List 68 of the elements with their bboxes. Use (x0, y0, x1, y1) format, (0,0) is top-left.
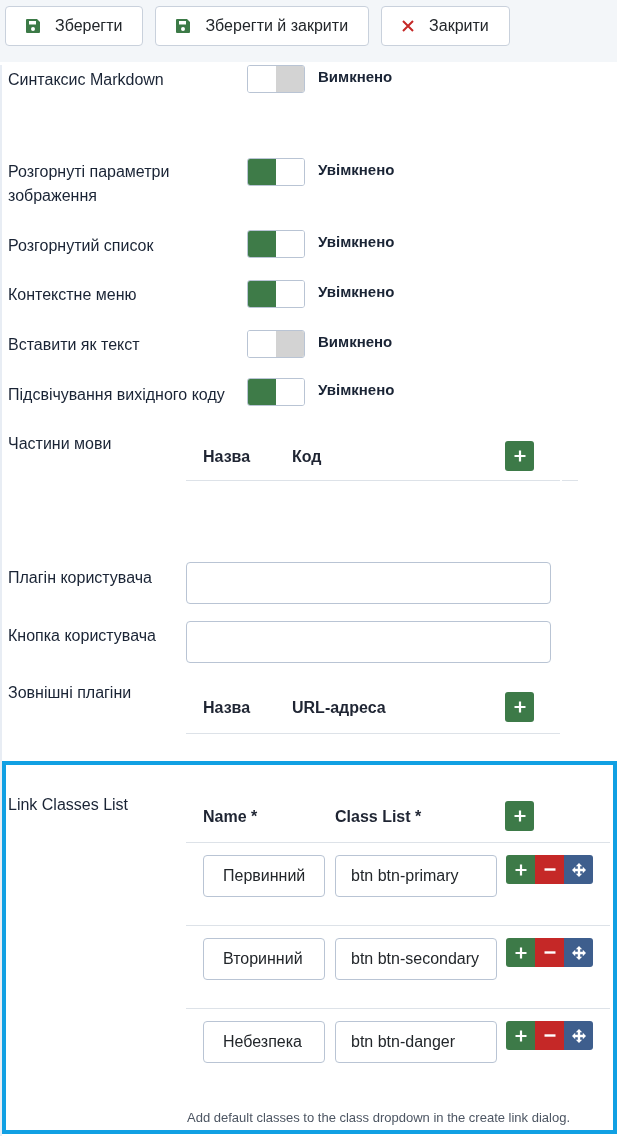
plus-icon (513, 701, 526, 713)
column-header: Name * (203, 807, 259, 827)
minus-icon (543, 951, 556, 954)
add-button[interactable] (505, 801, 534, 831)
class-list-field[interactable]: btn btn-primary (335, 855, 497, 897)
close-icon (402, 20, 415, 32)
move-row-button[interactable] (564, 938, 593, 967)
column-header: Назва (203, 447, 252, 467)
field-label: Вставити як текст (8, 335, 141, 355)
class-list-field[interactable]: btn btn-secondary (335, 938, 497, 980)
toggle-switch[interactable] (247, 230, 305, 258)
plus-icon (513, 810, 526, 822)
minus-icon (543, 1034, 556, 1037)
remove-row-button[interactable] (535, 855, 564, 884)
field-label: Розгорнуті параметри зображення (8, 162, 171, 206)
column-header: URL-адреса (292, 698, 387, 718)
field-label: Зовнішні плагіни (8, 683, 133, 703)
toggle-state-label: Увімкнено (318, 232, 395, 252)
save-icon (176, 19, 191, 33)
save-icon (26, 19, 40, 33)
column-header: Код (292, 447, 323, 467)
move-icon (571, 862, 586, 877)
toggle-state-label: Увімкнено (318, 160, 395, 180)
toggle-switch[interactable] (247, 330, 305, 358)
add-row-button[interactable] (506, 938, 535, 967)
toggle-switch[interactable] (247, 378, 305, 406)
help-text: Add default classes to the class dropdown in the create link dialog. (187, 1109, 571, 1127)
field-label: Розгорнутий список (8, 236, 155, 256)
move-row-button[interactable] (564, 1021, 593, 1050)
text-field[interactable] (186, 562, 551, 604)
plus-icon (514, 1029, 527, 1042)
column-header: Назва (203, 698, 252, 718)
field-label: Підсвічування вихідного коду (8, 385, 226, 405)
toggle-state-label: Увімкнено (318, 282, 395, 302)
move-row-button[interactable] (564, 855, 593, 884)
name-field[interactable]: Небезпека (203, 1021, 325, 1063)
move-icon (571, 1028, 586, 1043)
add-row-button[interactable] (506, 1021, 535, 1050)
class-list-field[interactable]: btn btn-danger (335, 1021, 497, 1063)
toggle-switch[interactable] (247, 280, 305, 308)
toggle-switch[interactable] (247, 158, 305, 186)
plus-icon (514, 946, 527, 959)
field-label: Синтаксис Markdown (8, 70, 165, 90)
save-button[interactable]: Зберегти (5, 6, 144, 46)
field-label: Link Classes List (7, 795, 130, 815)
remove-row-button[interactable] (535, 938, 564, 967)
close-button[interactable]: Закрити (381, 6, 510, 46)
plus-icon (513, 450, 526, 462)
toggle-state-label: Увімкнено (318, 380, 395, 400)
field-label: Кнопка користувача (8, 626, 157, 646)
name-field[interactable]: Первинний (203, 855, 325, 897)
field-label: Плагін користувача (8, 568, 153, 588)
move-icon (571, 945, 586, 960)
remove-row-button[interactable] (535, 1021, 564, 1050)
name-field[interactable]: Вторинний (203, 938, 325, 980)
add-button[interactable] (505, 692, 534, 722)
toggle-state-label: Вимкнено (318, 67, 393, 87)
field-label: Частини мови (8, 434, 113, 454)
toggle-state-label: Вимкнено (318, 332, 393, 352)
add-button[interactable] (505, 441, 534, 471)
field-label: Контекстне меню (8, 285, 138, 305)
toggle-switch[interactable] (247, 65, 305, 93)
plus-icon (514, 863, 527, 876)
column-header: Class List * (335, 807, 423, 827)
text-field[interactable] (186, 621, 551, 663)
save-button[interactable]: Зберегти й закрити (155, 6, 370, 46)
minus-icon (543, 868, 556, 871)
add-row-button[interactable] (506, 855, 535, 884)
